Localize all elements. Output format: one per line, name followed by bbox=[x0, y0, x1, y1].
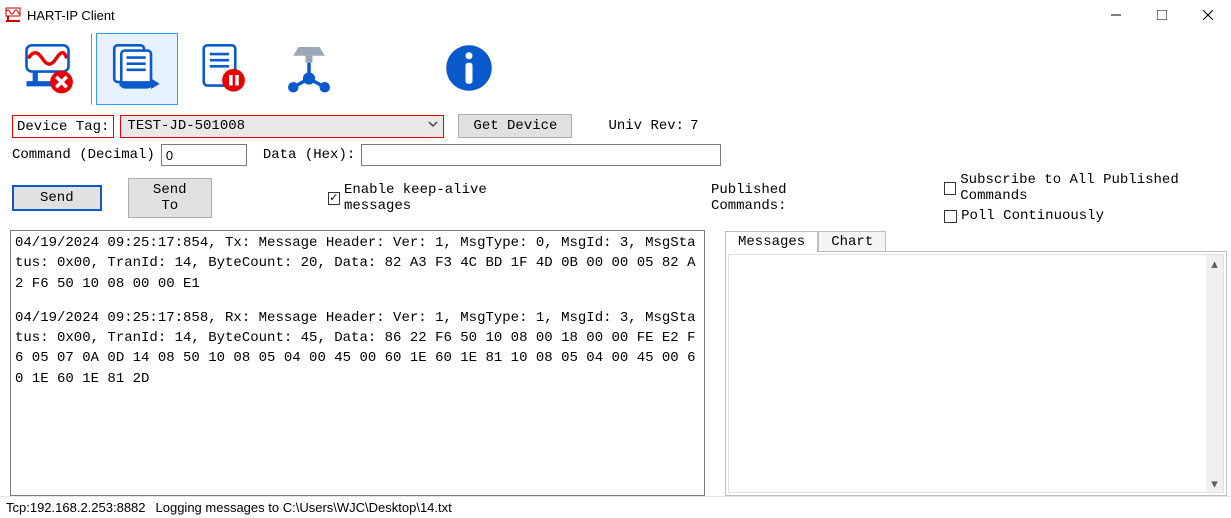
messages-panel: ▴ ▾ bbox=[725, 251, 1227, 496]
get-device-button[interactable]: Get Device bbox=[458, 114, 572, 138]
next-doc-icon bbox=[109, 40, 165, 99]
poll-continuously-label: Poll Continuously bbox=[961, 208, 1104, 224]
log-entry: 04/19/2024 09:25:17:858, Rx: Message Hea… bbox=[15, 308, 700, 389]
scroll-down-icon[interactable]: ▾ bbox=[1206, 475, 1223, 492]
device-tag-select[interactable]: TEST-JD-501008 bbox=[120, 115, 444, 138]
device-tag-value: TEST-JD-501008 bbox=[127, 118, 245, 134]
network-button[interactable] bbox=[268, 33, 350, 105]
published-commands-label: Published Commands: bbox=[711, 182, 858, 214]
log-output[interactable]: 04/19/2024 09:25:17:854, Tx: Message Hea… bbox=[10, 230, 705, 496]
univ-rev-value: 7 bbox=[690, 118, 698, 134]
statusbar: Tcp:192.168.2.253:8882 Logging messages … bbox=[0, 496, 1231, 518]
send-to-button[interactable]: Send To bbox=[128, 178, 212, 218]
maximize-button[interactable] bbox=[1139, 0, 1185, 30]
next-doc-button[interactable] bbox=[96, 33, 178, 105]
minimize-button[interactable] bbox=[1093, 0, 1139, 30]
univ-rev-label: Univ Rev: bbox=[608, 118, 684, 134]
info-icon bbox=[441, 40, 497, 99]
tab-messages[interactable]: Messages bbox=[725, 231, 818, 252]
poll-continuously-checkbox[interactable] bbox=[944, 210, 957, 223]
disconnect-icon bbox=[23, 40, 79, 99]
device-tag-label: Device Tag: bbox=[12, 115, 114, 138]
tab-chart[interactable]: Chart bbox=[818, 231, 886, 252]
status-tcp: Tcp:192.168.2.253:8882 bbox=[6, 500, 146, 515]
pause-doc-button[interactable] bbox=[182, 33, 264, 105]
data-input[interactable] bbox=[361, 144, 721, 166]
command-input[interactable] bbox=[161, 144, 247, 166]
network-icon bbox=[281, 40, 337, 99]
data-label: Data (Hex): bbox=[263, 147, 355, 163]
scrollbar[interactable]: ▴ ▾ bbox=[1206, 255, 1223, 492]
right-tabs: Messages Chart bbox=[725, 230, 1231, 251]
keep-alive-label: Enable keep-alive messages bbox=[344, 182, 545, 214]
toolbar bbox=[0, 30, 1231, 108]
pause-doc-icon bbox=[195, 40, 251, 99]
send-button[interactable]: Send bbox=[12, 185, 102, 211]
subscribe-all-checkbox[interactable] bbox=[944, 182, 956, 195]
app-icon bbox=[5, 7, 21, 23]
chevron-down-icon bbox=[427, 118, 439, 135]
keep-alive-checkbox[interactable] bbox=[328, 192, 340, 205]
status-logging: Logging messages to C:\Users\WJC\Desktop… bbox=[156, 500, 452, 515]
close-button[interactable] bbox=[1185, 0, 1231, 30]
scroll-up-icon[interactable]: ▴ bbox=[1206, 255, 1223, 272]
titlebar: HART-IP Client bbox=[0, 0, 1231, 30]
form-area: Device Tag: TEST-JD-501008 Get Device Un… bbox=[0, 114, 1231, 230]
disconnect-button[interactable] bbox=[10, 33, 92, 105]
log-entry: 04/19/2024 09:25:17:854, Tx: Message Hea… bbox=[15, 233, 700, 294]
subscribe-all-label: Subscribe to All Published Commands bbox=[960, 172, 1231, 204]
info-button[interactable] bbox=[428, 33, 510, 105]
window-title: HART-IP Client bbox=[27, 8, 115, 23]
command-label: Command (Decimal) bbox=[12, 147, 155, 163]
